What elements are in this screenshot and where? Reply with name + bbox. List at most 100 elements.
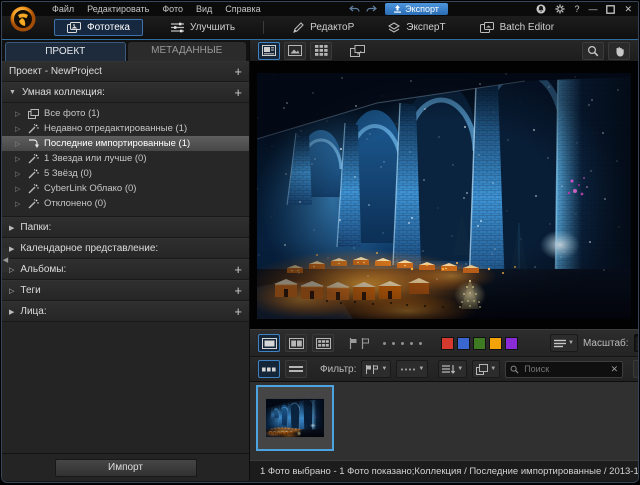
list-options-button[interactable]: ▼	[550, 334, 578, 352]
settings-gear-icon[interactable]	[555, 4, 565, 14]
expand-icon[interactable]: ▷	[15, 185, 22, 193]
import-button[interactable]: Импорт	[55, 459, 197, 477]
collapse-triangle-icon[interactable]: ▶	[9, 308, 14, 316]
rating-dot[interactable]	[383, 342, 386, 345]
rating-dot[interactable]	[419, 342, 422, 345]
list-view-button[interactable]	[285, 360, 307, 378]
tree-item-rejected[interactable]: ▷ Отклонено (0)	[2, 196, 249, 211]
expand-icon[interactable]: ▷	[15, 170, 22, 178]
sidebar-collapse-handle[interactable]: ◀	[2, 248, 9, 272]
grid-view-button[interactable]	[310, 42, 332, 60]
redo-icon[interactable]	[366, 5, 377, 14]
export-button[interactable]: Экспорт	[385, 3, 448, 15]
collapse-triangle-icon[interactable]: ▶	[9, 245, 14, 253]
tree-item-five-stars[interactable]: ▷ 5 Звёзд (0)	[2, 166, 249, 181]
undo-icon[interactable]	[349, 5, 360, 14]
two-up-layout-button[interactable]	[285, 334, 307, 352]
tree-item-cyberlink-cloud[interactable]: ▷ CyberLink Облако (0)	[2, 181, 249, 196]
add-tag-icon[interactable]: +	[234, 286, 242, 296]
add-face-icon[interactable]: +	[234, 307, 242, 317]
add-smart-collection-icon[interactable]: +	[234, 88, 242, 98]
section-calendar[interactable]: ▶ Календарное представление:	[2, 238, 249, 259]
add-project-icon[interactable]: +	[234, 67, 242, 77]
collapse-triangle-icon[interactable]: ▶	[9, 224, 14, 232]
maximize-button[interactable]	[606, 5, 615, 14]
single-view-button[interactable]	[284, 42, 306, 60]
rating-dot[interactable]	[401, 342, 404, 345]
search-input[interactable]	[522, 363, 607, 375]
photo-canvas[interactable]	[250, 62, 638, 329]
help-icon[interactable]: ?	[574, 4, 579, 14]
stack-button[interactable]: ▼	[472, 360, 500, 378]
section-tags[interactable]: ▷ Теги +	[2, 280, 249, 301]
compare-photos-button[interactable]	[346, 42, 368, 60]
rating-dot[interactable]	[410, 342, 413, 345]
collapse-triangle-icon[interactable]: ▷	[9, 287, 14, 295]
color-label-blue[interactable]	[457, 337, 470, 350]
zoom-level-select[interactable]: Заполнить ▼	[634, 334, 639, 352]
window-controls: ? — ✕	[536, 4, 632, 15]
library-icon	[67, 22, 81, 33]
filter-rating-button[interactable]: ▼	[396, 360, 428, 378]
notifications-icon[interactable]	[536, 4, 546, 14]
tree-item-recently-edited[interactable]: ▷ Недавно отредактированные (1)	[2, 121, 249, 136]
close-button[interactable]: ✕	[624, 4, 632, 15]
main-photo[interactable]	[257, 73, 631, 319]
mode-expert[interactable]: ЭксперТ	[382, 20, 451, 36]
tab-metadata[interactable]: МЕТАДАННЫЕ	[128, 42, 247, 61]
menu-help[interactable]: Справка	[225, 4, 260, 14]
tree-item-one-star[interactable]: ▷ 1 Звезда или лучше (0)	[2, 151, 249, 166]
browse-view-button[interactable]	[258, 42, 280, 60]
chevron-down-icon: ▼	[381, 366, 387, 372]
sort-button[interactable]: ▼	[438, 360, 467, 378]
filmstrip-thumbnail-selected[interactable]	[256, 385, 334, 451]
expand-icon[interactable]: ▷	[15, 140, 22, 148]
add-album-icon[interactable]: +	[234, 265, 242, 275]
tree-item-all-photos[interactable]: ▷ Все фото (1)	[2, 106, 249, 121]
tab-project[interactable]: ПРОЕКТ	[5, 42, 126, 61]
expand-icon[interactable]: ▷	[15, 155, 22, 163]
browse-view-icon	[262, 45, 276, 56]
mode-adjust[interactable]: Улучшить	[165, 20, 241, 35]
pan-tool-button[interactable]	[608, 42, 630, 60]
section-folders[interactable]: ▶ Папки:	[2, 217, 249, 238]
expand-icon[interactable]: ▷	[15, 110, 22, 118]
tree-item-latest-imported[interactable]: ▷ Последние импортированные (1)	[2, 136, 249, 151]
menu-file[interactable]: Файл	[52, 4, 74, 14]
open-in-new-window-button[interactable]	[633, 360, 639, 378]
menu-edit[interactable]: Редактировать	[87, 4, 149, 14]
mode-library[interactable]: Фототека	[54, 19, 143, 36]
menu-photo[interactable]: Фото	[162, 4, 183, 14]
magic-wand-icon	[27, 183, 39, 194]
mode-batch-editor[interactable]: Batch Editor	[474, 20, 560, 35]
smart-collection-tree: ▷ Все фото (1) ▷ Недавно отредактированн…	[2, 103, 249, 217]
color-label-red[interactable]	[441, 337, 454, 350]
color-label-green[interactable]	[473, 337, 486, 350]
rating-dot[interactable]	[392, 342, 395, 345]
flag-reject-icon[interactable]	[361, 338, 370, 349]
section-faces[interactable]: ▶ Лица: +	[2, 301, 249, 322]
collapse-triangle-icon[interactable]: ▼	[9, 89, 16, 96]
flag-pick-icon[interactable]	[349, 338, 358, 349]
color-label-purple[interactable]	[505, 337, 518, 350]
color-label-yellow[interactable]	[489, 337, 502, 350]
zoom-tool-button[interactable]	[582, 42, 604, 60]
grid-layout-button[interactable]	[312, 334, 334, 352]
project-row[interactable]: Проект - NewProject +	[2, 61, 249, 82]
expand-icon[interactable]: ▷	[15, 200, 22, 208]
thumbnail-view-button[interactable]	[258, 360, 280, 378]
sort-icon	[442, 364, 455, 374]
minimize-button[interactable]: —	[588, 4, 597, 14]
search-box[interactable]: ✕	[505, 361, 623, 378]
clear-search-icon[interactable]: ✕	[611, 364, 619, 375]
menu-view[interactable]: Вид	[196, 4, 212, 14]
smart-collection-header[interactable]: ▼ Умная коллекция: +	[2, 82, 249, 103]
grid-view-icon	[315, 45, 328, 56]
section-albums[interactable]: ▷ Альбомы: +	[2, 259, 249, 280]
search-icon	[510, 365, 519, 374]
collapse-triangle-icon[interactable]: ▷	[9, 266, 14, 274]
mode-edit[interactable]: РедактоР	[286, 20, 360, 36]
single-layout-button[interactable]	[258, 334, 280, 352]
expand-icon[interactable]: ▷	[15, 125, 22, 133]
filter-flags-button[interactable]: ▼	[361, 360, 391, 378]
